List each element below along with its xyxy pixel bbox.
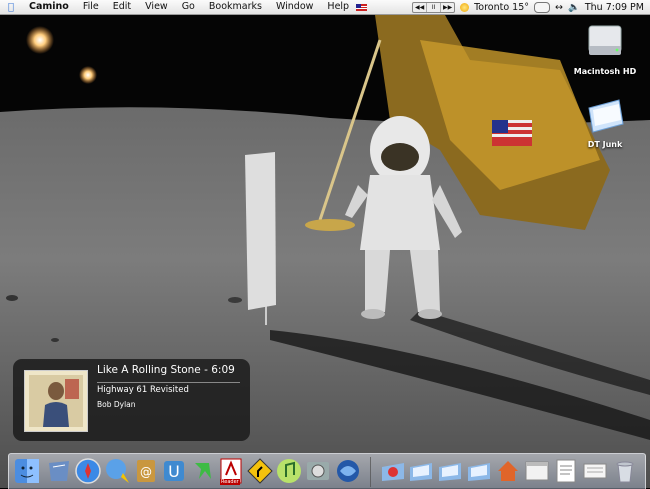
now-playing-notification[interactable]: Like A Rolling Stone - 6:09 Highway 61 R… [13,359,250,441]
ichat-icon [106,459,129,483]
desktop-icon-dt-junk[interactable]: DT Junk [578,96,632,149]
sync-arrows-icon[interactable]: ↔ [555,2,563,13]
hard-drive-icon [588,25,622,55]
menu-app-name[interactable]: Camino [22,0,76,14]
volume-icon[interactable]: 🔈 [568,2,580,13]
growl-icon [195,463,211,479]
svg-text:@: @ [140,465,152,479]
trash-icon [616,461,634,483]
dock: @ U Reader [8,453,646,489]
unison-icon: U [164,461,184,481]
folder-icon [410,463,432,481]
window-icon [525,461,549,481]
dock-separator [370,457,371,487]
safari-icon [75,458,101,484]
address-book-icon: @ [137,460,155,482]
dock-road-sign-app[interactable] [246,457,274,485]
menu-bookmarks[interactable]: Bookmarks [202,0,269,14]
document-icon [556,459,576,483]
desktop-icon-label: Macintosh HD [573,67,637,76]
artist-name: Bob Dylan [97,400,136,409]
weather-text[interactable]: Toronto 15° [474,2,529,13]
application-folder-icon [382,463,404,481]
folder-icon [468,463,490,481]
mail-icon [49,461,69,481]
desktop-icon-macintosh-hd[interactable]: Macintosh HD [572,22,638,76]
dock-folder-1[interactable] [407,457,435,485]
keyboard-layout-flag-icon[interactable] [356,3,368,11]
dock-document-2[interactable] [581,457,609,485]
road-sign-icon [247,458,273,484]
menu-bar:  Camino File Edit View Go Bookmarks Win… [0,0,650,15]
folder-icon [588,99,624,133]
album-art [24,370,88,432]
menu-extra-icon[interactable] [534,1,551,13]
system-preferences-icon [307,462,329,480]
menu-go[interactable]: Go [175,0,202,14]
svg-text:U: U [168,462,180,481]
dock-adobe-reader[interactable]: Reader [217,457,245,485]
document-icon [583,463,607,479]
pause-button[interactable]: II [427,2,442,12]
dock-document-1[interactable] [552,457,580,485]
dock-mail[interactable] [45,457,73,485]
apple-icon[interactable]:  [0,2,22,13]
dock-safari[interactable] [74,457,102,485]
previous-track-button[interactable]: ◀◀ [413,2,428,12]
dock-home[interactable] [494,457,522,485]
menu-window[interactable]: Window [269,0,320,14]
dock-folder-2[interactable] [436,457,464,485]
dock-unison[interactable]: U [160,457,188,485]
dock-system-preferences[interactable] [304,457,332,485]
dock-folder-3[interactable] [465,457,493,485]
notification-divider [97,382,240,383]
menu-view[interactable]: View [138,0,175,14]
home-icon [498,461,518,481]
dock-address-book[interactable]: @ [132,457,160,485]
dock-finder[interactable] [13,457,41,485]
album-name: Highway 61 Revisited [97,385,189,395]
folder-icon [439,463,461,481]
menu-edit[interactable]: Edit [106,0,138,14]
finder-icon [15,459,39,483]
dock-window[interactable] [523,457,551,485]
menu-file[interactable]: File [76,0,106,14]
weather-sun-icon[interactable] [460,2,470,12]
dock-trash[interactable] [611,457,639,485]
track-title: Like A Rolling Stone - 6:09 [97,364,235,376]
dock-growl[interactable] [189,457,217,485]
dock-camino[interactable] [334,457,362,485]
menu-clock[interactable]: Thu 7:09 PM [585,2,644,13]
menu-help[interactable]: Help [320,0,356,14]
desktop-icon-label: DT Junk [587,140,623,149]
next-track-button[interactable]: ▶▶ [441,3,454,12]
dock-ichat[interactable] [103,457,131,485]
itunes-icon [277,459,301,483]
itunes-menu-controls: ◀◀ II ▶▶ [412,1,456,13]
camino-icon [337,460,359,482]
reader-badge: Reader [220,479,240,485]
dock-itunes[interactable] [275,457,303,485]
dock-application-folder[interactable] [379,457,407,485]
